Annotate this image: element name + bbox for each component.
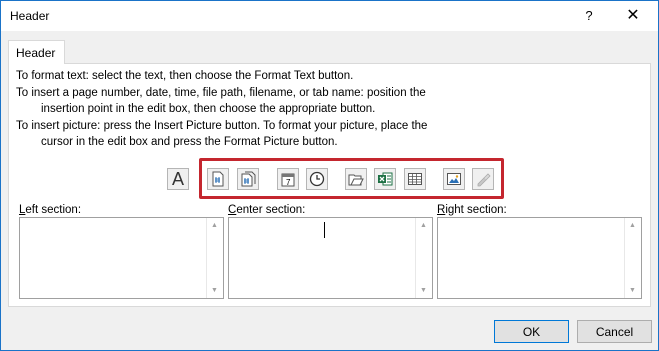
scroll-up-icon[interactable]: ▲ [420,222,427,229]
close-icon[interactable]: ✕ [619,5,647,27]
left-section-label: Left section: [19,204,82,216]
instruction-line-3: insertion point in the edit box, then ch… [41,103,376,115]
scroll-down-icon[interactable]: ▼ [629,287,636,294]
instruction-line-5: cursor in the edit box and press the For… [41,136,338,148]
title-bar: Header ? ✕ [1,1,658,31]
header-dialog: Header ? ✕ Header To format text: select… [0,0,659,351]
scroll-down-icon[interactable]: ▼ [420,287,427,294]
instruction-line-4: To insert picture: press the Insert Pict… [16,120,428,132]
help-icon[interactable]: ? [577,5,601,27]
format-text-icon: A [171,168,184,189]
scroll-up-icon[interactable]: ▲ [211,222,218,229]
cancel-button[interactable]: Cancel [577,320,652,343]
ok-button[interactable]: OK [494,320,569,343]
center-section-label: Center section: [228,204,306,216]
right-section-scrollbar[interactable]: ▲ ▼ [624,218,641,298]
scroll-down-icon[interactable]: ▼ [211,287,218,294]
format-text-button[interactable]: A [167,168,189,190]
text-caret [324,222,325,238]
scroll-up-icon[interactable]: ▲ [629,222,636,229]
left-section-input[interactable]: ▲ ▼ [19,217,224,299]
toolbar-highlight [199,158,504,199]
center-section-scrollbar[interactable]: ▲ ▼ [415,218,432,298]
center-section-input[interactable]: ▲ ▼ [228,217,433,299]
tab-header[interactable]: Header [8,40,65,64]
right-section-input[interactable]: ▲ ▼ [437,217,642,299]
window-title: Header [10,9,50,23]
instruction-line-1: To format text: select the text, then ch… [16,70,354,82]
left-section-scrollbar[interactable]: ▲ ▼ [206,218,223,298]
instruction-line-2: To insert a page number, date, time, fil… [16,87,426,99]
tab-header-label: Header [16,46,56,60]
right-section-label: Right section: [437,204,507,216]
